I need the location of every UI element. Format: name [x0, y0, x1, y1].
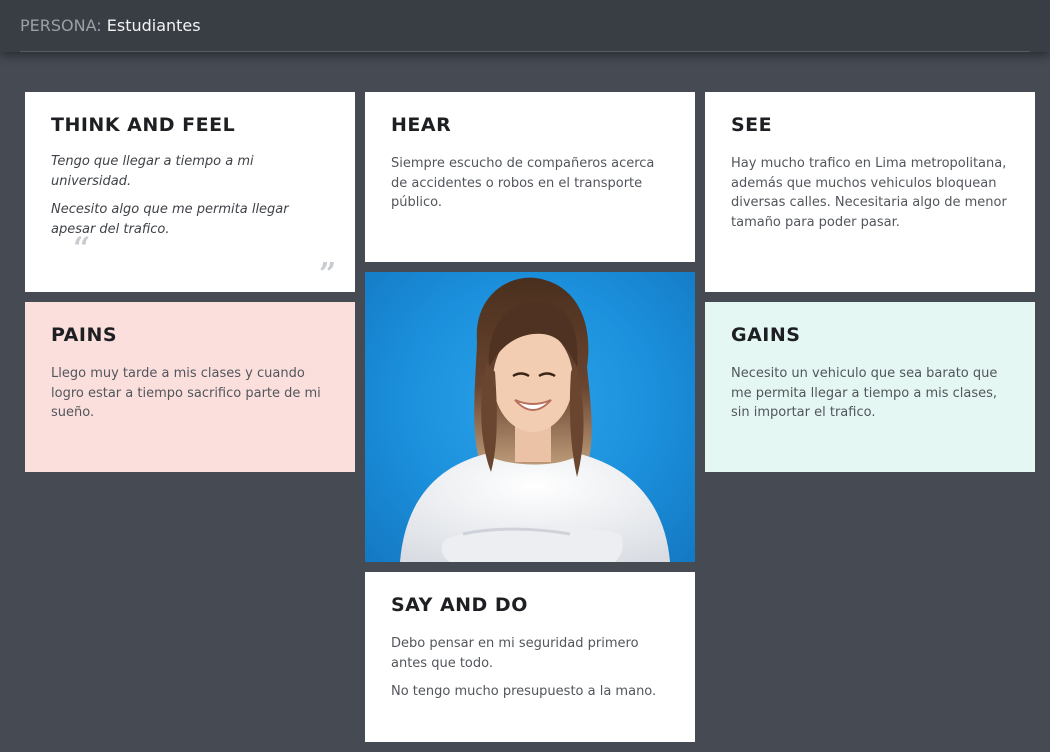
gains-line-1: Necesito un vehiculo que sea barato que …	[731, 366, 998, 420]
say-and-do-title: SAY AND DO	[391, 594, 528, 616]
header-divider	[20, 51, 1030, 52]
pains-line-1: Llego muy tarde a mis clases y cuando lo…	[51, 366, 321, 420]
think-and-feel-title: THINK AND FEEL	[51, 114, 236, 136]
hear-title: HEAR	[391, 114, 452, 136]
think-and-feel-line-2: Necesito algo que me permita llegar apes…	[51, 202, 289, 237]
persona-photo	[365, 272, 695, 562]
pains-title: PAINS	[51, 324, 118, 346]
say-and-do-line-1: Debo pensar en mi seguridad primero ante…	[391, 636, 639, 671]
say-and-do-card: SAY AND DO Debo pensar en mi seguridad p…	[365, 572, 695, 742]
open-quote-icon: “	[73, 231, 91, 266]
pains-card: PAINS Llego muy tarde a mis clases y cua…	[25, 302, 355, 472]
persona-title: PERSONA: Estudiantes	[20, 16, 201, 35]
gains-card: GAINS Necesito un vehiculo que sea barat…	[705, 302, 1035, 472]
close-quote-icon: ”	[319, 257, 337, 292]
think-and-feel-line-1: Tengo que llegar a tiempo a mi universid…	[51, 154, 254, 189]
persona-label: PERSONA:	[20, 16, 102, 35]
think-and-feel-card: THINK AND FEEL “ Tengo que llegar a tiem…	[25, 92, 355, 292]
say-and-do-line-2: No tengo mucho presupuesto a la mano.	[391, 684, 657, 699]
see-line-1: Hay mucho trafico en Lima metropolitana,…	[731, 156, 1007, 230]
gains-title: GAINS	[731, 324, 801, 346]
see-title: SEE	[731, 114, 773, 136]
hear-card: HEAR Siempre escucho de compañeros acerc…	[365, 92, 695, 262]
persona-illustration	[400, 277, 670, 562]
header-bar: PERSONA: Estudiantes	[0, 0, 1050, 52]
persona-name: Estudiantes	[106, 16, 201, 35]
see-card: SEE Hay mucho trafico en Lima metropolit…	[705, 92, 1035, 292]
hear-line-1: Siempre escucho de compañeros acerca de …	[391, 156, 655, 210]
